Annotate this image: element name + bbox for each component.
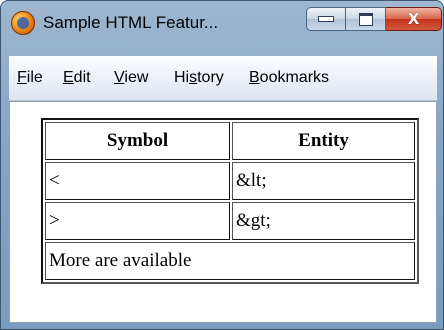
menu-view[interactable]: View	[114, 69, 148, 87]
entity-cell: &gt;	[232, 202, 415, 240]
table-footer-row: More are available	[45, 242, 415, 280]
symbol-cell: <	[45, 162, 230, 200]
menu-history-prefix: Hi	[174, 69, 190, 86]
footer-cell: More are available	[45, 242, 415, 280]
menu-history[interactable]: History	[174, 69, 224, 87]
menu-view-accesskey: V	[114, 69, 125, 86]
maximize-button[interactable]	[346, 7, 386, 31]
menu-bookmarks-label: ookmarks	[259, 69, 330, 86]
title-bar[interactable]: Sample HTML Featur... X	[1, 1, 443, 51]
menu-view-label: iew	[124, 69, 149, 86]
entity-cell: &lt;	[232, 162, 415, 200]
menu-edit[interactable]: Edit	[63, 69, 91, 87]
close-button[interactable]: X	[386, 7, 442, 31]
menu-edit-label: dit	[73, 69, 91, 86]
table-header-row: Symbol Entity	[45, 122, 415, 160]
entity-table: Symbol Entity < &lt; > &gt; More are ava…	[41, 118, 419, 284]
page-content: Symbol Entity < &lt; > &gt; More are ava…	[9, 101, 437, 323]
menu-file-label: ile	[26, 69, 43, 86]
maximize-icon	[358, 12, 373, 26]
minimize-icon	[318, 16, 334, 22]
caption-buttons: X	[306, 7, 442, 33]
menu-edit-accesskey: E	[63, 69, 74, 86]
header-entity: Entity	[232, 122, 415, 160]
table-row: < &lt;	[45, 162, 415, 200]
menu-history-label: tory	[197, 69, 224, 86]
header-symbol: Symbol	[45, 122, 230, 160]
menu-file[interactable]: File	[17, 69, 43, 87]
browser-window: Sample HTML Featur... X File Edit View H…	[0, 0, 444, 330]
symbol-cell: >	[45, 202, 230, 240]
table-row: > &gt;	[45, 202, 415, 240]
menu-bookmarks[interactable]: Bookmarks	[249, 69, 329, 87]
firefox-icon[interactable]	[11, 11, 35, 35]
menu-bar: File Edit View History Bookmarks	[9, 56, 437, 101]
close-icon: X	[407, 10, 420, 28]
menu-history-accesskey: s	[189, 69, 198, 86]
menu-bookmarks-accesskey: B	[249, 69, 260, 86]
minimize-button[interactable]	[306, 7, 346, 31]
window-title: Sample HTML Featur...	[43, 13, 219, 32]
menu-file-accesskey: F	[17, 69, 27, 86]
